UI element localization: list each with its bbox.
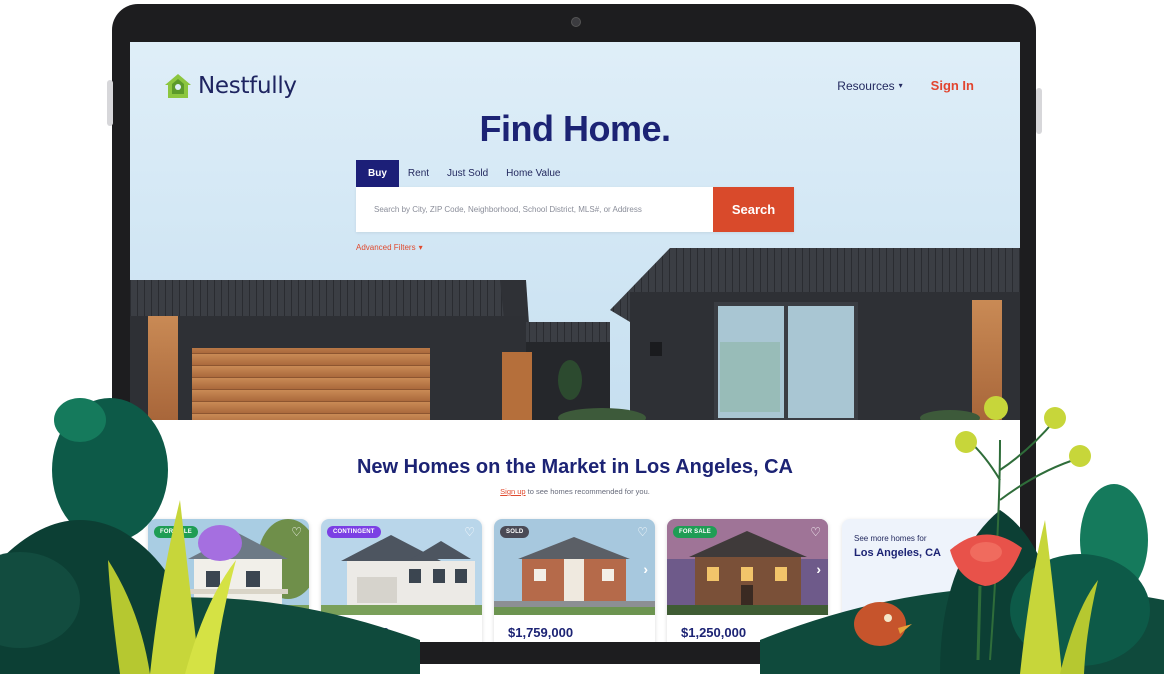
browser-screen: Nestfully Resources ▾ Sign In Find Home.… <box>130 42 1020 642</box>
device-side-button <box>1036 88 1042 134</box>
resources-label: Resources <box>837 78 895 93</box>
tab-buy[interactable]: Buy <box>356 160 399 187</box>
search-tabs: Buy Rent Just Sold Home Value <box>356 160 569 187</box>
tab-home-value[interactable]: Home Value <box>497 160 569 187</box>
status-badge: FOR SALE <box>154 526 198 538</box>
marketing-illustration: Nestfully Resources ▾ Sign In Find Home.… <box>0 0 1164 674</box>
advanced-filters-label: Advanced Filters <box>356 243 416 252</box>
status-badge: FOR SALE <box>673 526 717 538</box>
hero-title: Find Home. <box>479 108 672 149</box>
heart-outline-icon[interactable]: ♡ <box>637 525 648 539</box>
sign-in-link[interactable]: Sign In <box>931 78 974 93</box>
webcam-icon <box>571 17 581 27</box>
listing-price: $975,000 <box>335 625 390 640</box>
see-more-city: Los Angeles, CA <box>854 547 941 559</box>
heart-outline-icon[interactable]: ♡ <box>810 525 821 539</box>
status-badge: CONTINGENT <box>327 526 381 538</box>
chevron-right-icon[interactable]: › <box>643 561 648 577</box>
listing-price: $1,250,000 <box>681 625 747 640</box>
map-illustration <box>919 599 988 642</box>
search-button[interactable]: Search <box>713 187 794 232</box>
listings-title: New Homes on the Market in Los Angeles, … <box>356 456 793 478</box>
top-nav: Resources ▾ Sign In <box>837 78 974 93</box>
listing-card[interactable]: FOR SALE ♡ <box>148 519 309 642</box>
listing-card[interactable]: FOR SALE ♡ › $1,250,000 <box>667 519 828 642</box>
see-more-card[interactable]: See more homes for Los Angeles, CA <box>842 519 1012 642</box>
caret-down-icon: ▾ <box>898 81 903 90</box>
listings-subtitle: Sign up to see homes recommended for you… <box>130 487 1020 496</box>
status-badge: SOLD <box>500 526 530 538</box>
sign-up-link[interactable]: Sign up <box>500 487 525 496</box>
brand-name: Nestfully <box>198 73 297 99</box>
search-bar: Search <box>356 187 794 232</box>
nestfully-logo[interactable]: Nestfully <box>164 72 297 100</box>
tab-rent[interactable]: Rent <box>399 160 438 187</box>
house-logo-icon <box>165 74 191 98</box>
heart-outline-icon[interactable]: ♡ <box>291 525 302 539</box>
resources-menu[interactable]: Resources ▾ <box>837 79 902 93</box>
device-side-button <box>107 80 113 126</box>
listings-subtitle-text: to see homes recommended for you. <box>525 487 650 496</box>
listing-price: $1,759,000 <box>508 625 574 640</box>
chevron-down-icon: ▾ <box>418 243 423 252</box>
listing-card[interactable]: CONTINGENT ♡ $975,000 <box>321 519 482 642</box>
listing-card[interactable]: SOLD ♡ › $1,759,000 <box>494 519 655 642</box>
hero-section: Nestfully Resources ▾ Sign In Find Home.… <box>130 42 1020 420</box>
chevron-right-icon[interactable]: › <box>816 561 821 577</box>
search-input[interactable] <box>356 187 713 232</box>
tab-just-sold[interactable]: Just Sold <box>438 160 497 187</box>
heart-outline-icon[interactable]: ♡ <box>464 525 475 539</box>
advanced-filters-toggle[interactable]: Advanced Filters ▾ <box>356 243 423 252</box>
see-more-label: See more homes for <box>854 534 927 543</box>
